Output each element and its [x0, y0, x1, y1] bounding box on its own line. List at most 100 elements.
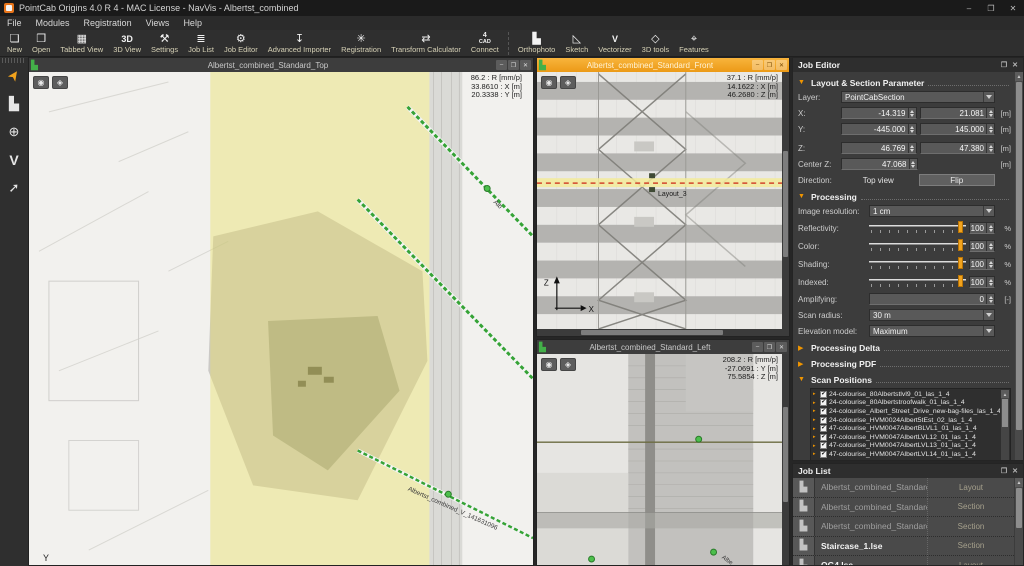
spinner[interactable]	[986, 108, 994, 118]
viewport-left-titlebar[interactable]: ▙ Albertst_combined_Standard_Left – ❐ ✕	[537, 340, 789, 354]
indexed-value[interactable]: 100	[969, 276, 995, 288]
minimize-button[interactable]: –	[958, 0, 980, 16]
spinner[interactable]	[986, 223, 994, 233]
vertical-scrollbar[interactable]	[782, 354, 789, 565]
scroll-up-icon[interactable]: ▲	[1001, 390, 1009, 398]
spinner[interactable]	[909, 159, 917, 169]
slider-handle[interactable]	[958, 221, 963, 233]
toolbar-vectorizer[interactable]: V Vectorizer	[593, 30, 636, 57]
viewport-close-button[interactable]: ✕	[776, 60, 787, 70]
scan-positions-toggle[interactable]: ◉	[541, 76, 557, 89]
toolbar-transform-calculator[interactable]: ⇄ Transform Calculator	[386, 30, 466, 57]
top-view-canvas[interactable]: Alb Albertst_combined_V_141631096 Y	[29, 72, 533, 565]
toolbar-features[interactable]: ⌖ Features	[674, 30, 714, 57]
float-panel-button[interactable]: ❐	[1001, 61, 1007, 69]
job-row[interactable]: ▙ Albertst_combined_Standard Layout	[793, 478, 1014, 498]
toolbar-settings[interactable]: ⚒ Settings	[146, 30, 183, 57]
viewport-minimize-button[interactable]: –	[496, 60, 507, 70]
viewport-restore-button[interactable]: ❐	[508, 60, 519, 70]
spinner[interactable]	[986, 277, 994, 287]
spinner[interactable]	[986, 241, 994, 251]
toolbar-job-editor[interactable]: ⚙ Job Editor	[219, 30, 263, 57]
scroll-up-icon[interactable]: ▲	[1015, 478, 1023, 487]
menu-modules[interactable]: Modules	[29, 16, 77, 30]
scan-position-item[interactable]: ▸✔47-colourise_HVM0047AlbertLVL13_01_las…	[813, 442, 1000, 451]
layer-dropdown[interactable]: PointCabSection	[841, 91, 995, 103]
maximize-button[interactable]: ❐	[980, 0, 1002, 16]
left-view-canvas[interactable]: Albe	[537, 354, 782, 565]
close-panel-button[interactable]: ✕	[1012, 61, 1018, 69]
checkbox[interactable]: ✔	[820, 425, 827, 432]
section-handle-icon[interactable]	[649, 173, 655, 178]
viewport-top-titlebar[interactable]: ▙ Albertst_combined_Standard_Top – ❐ ✕	[29, 58, 533, 72]
y-min-field[interactable]: -445.000	[841, 123, 917, 135]
scan-position-item[interactable]: ▸✔24-colourise_80Albertstroofwalk_01_las…	[813, 399, 1000, 408]
z-max-field[interactable]: 47.380	[920, 142, 996, 154]
spinner[interactable]	[908, 124, 916, 134]
checkbox[interactable]: ✔	[820, 391, 827, 398]
scrollbar-thumb[interactable]	[1016, 488, 1022, 528]
scrollbar-thumb[interactable]	[783, 407, 788, 502]
scan-position-marker[interactable]	[696, 436, 702, 442]
indexed-slider[interactable]	[869, 275, 966, 289]
scrollbar-thumb[interactable]	[1002, 399, 1008, 427]
job-row[interactable]: ▙ Albertst_combined_Standard Section	[793, 498, 1014, 518]
panel-scrollbar[interactable]: ▲	[1015, 72, 1023, 460]
job-editor-titlebar[interactable]: Job Editor ❐ ✕	[793, 58, 1023, 72]
viewport-restore-button[interactable]: ❐	[764, 342, 775, 352]
job-row[interactable]: ▙ OG4.lse Layout	[793, 556, 1014, 565]
front-view-canvas[interactable]: Layout_3 Z X	[537, 72, 782, 329]
checkbox[interactable]: ✔	[820, 417, 827, 424]
section-scan-positions[interactable]: ▼ Scan Positions	[798, 372, 1011, 387]
toolbar-job-list[interactable]: ≣ Job List	[183, 30, 219, 57]
menu-registration[interactable]: Registration	[77, 16, 139, 30]
spinner[interactable]	[908, 108, 916, 118]
section-processing-pdf[interactable]: ▶ Processing PDF	[798, 356, 1011, 371]
viewport-minimize-button[interactable]: –	[752, 60, 763, 70]
elevation-model-dropdown[interactable]: Maximum	[869, 325, 995, 337]
scan-position-marker[interactable]	[445, 491, 451, 497]
scan-position-item[interactable]: ▸✔24-colourise_80Albertstlvl9_01_las_1_4	[813, 390, 1000, 399]
scan-position-marker[interactable]	[484, 186, 490, 192]
select-cursor-icon[interactable]: ➤	[4, 66, 25, 85]
section-processing[interactable]: ▼ Processing	[798, 189, 1011, 204]
toolbar-3d-view[interactable]: 3D 3D View	[108, 30, 146, 57]
point-registration-icon[interactable]: ➚	[9, 179, 20, 196]
scrollbar-thumb[interactable]	[783, 151, 788, 257]
menu-views[interactable]: Views	[139, 16, 177, 30]
reflectivity-slider[interactable]	[869, 221, 966, 235]
expand-arrow-icon[interactable]: ▸	[813, 443, 818, 449]
orthophoto-tool-icon[interactable]: ▙	[9, 95, 19, 112]
scan-positions-toggle[interactable]: ◉	[541, 358, 557, 371]
list-scrollbar[interactable]: ▲	[1001, 390, 1009, 460]
scroll-up-icon[interactable]: ▲	[1015, 72, 1023, 81]
checkbox[interactable]: ✔	[820, 451, 827, 458]
viewport-front-titlebar[interactable]: ▙ Albertst_combined_Standard_Front – ❐ ✕	[537, 58, 789, 72]
toolbar-3d-tools[interactable]: ◇ 3D tools	[637, 30, 675, 57]
job-list-titlebar[interactable]: Job List ❐ ✕	[793, 464, 1023, 478]
scan-position-item[interactable]: ▸✔47-colourise_HVM0047AlbertBlvl2_01_las…	[813, 459, 1000, 460]
checkbox[interactable]: ✔	[820, 434, 827, 441]
center-z-field[interactable]: 47.068	[841, 158, 918, 170]
viewport-restore-button[interactable]: ❐	[764, 60, 775, 70]
x-min-field[interactable]: -14.319	[841, 107, 917, 119]
z-min-field[interactable]: 46.769	[841, 142, 917, 154]
scan-radius-dropdown[interactable]: 30 m	[869, 309, 995, 321]
expand-arrow-icon[interactable]: ▸	[813, 391, 818, 397]
scan-position-marker[interactable]	[711, 549, 717, 555]
viewport-close-button[interactable]: ✕	[776, 342, 787, 352]
spinner[interactable]	[986, 259, 994, 269]
expand-arrow-icon[interactable]: ▸	[813, 426, 818, 432]
menu-help[interactable]: Help	[176, 16, 209, 30]
close-button[interactable]: ✕	[1002, 0, 1024, 16]
expand-arrow-icon[interactable]: ▸	[813, 434, 818, 440]
vectorizer-tool-icon[interactable]: V	[9, 151, 18, 168]
checkbox[interactable]: ✔	[820, 399, 827, 406]
section-crosshair-icon[interactable]: ⊕	[9, 123, 20, 140]
slider-handle[interactable]	[958, 275, 963, 287]
spinner[interactable]	[986, 143, 994, 153]
viewport-minimize-button[interactable]: –	[752, 342, 763, 352]
viewport-close-button[interactable]: ✕	[520, 60, 531, 70]
reflectivity-value[interactable]: 100	[969, 222, 995, 234]
toolbar-orthophoto[interactable]: ▙ Orthophoto	[513, 30, 561, 57]
